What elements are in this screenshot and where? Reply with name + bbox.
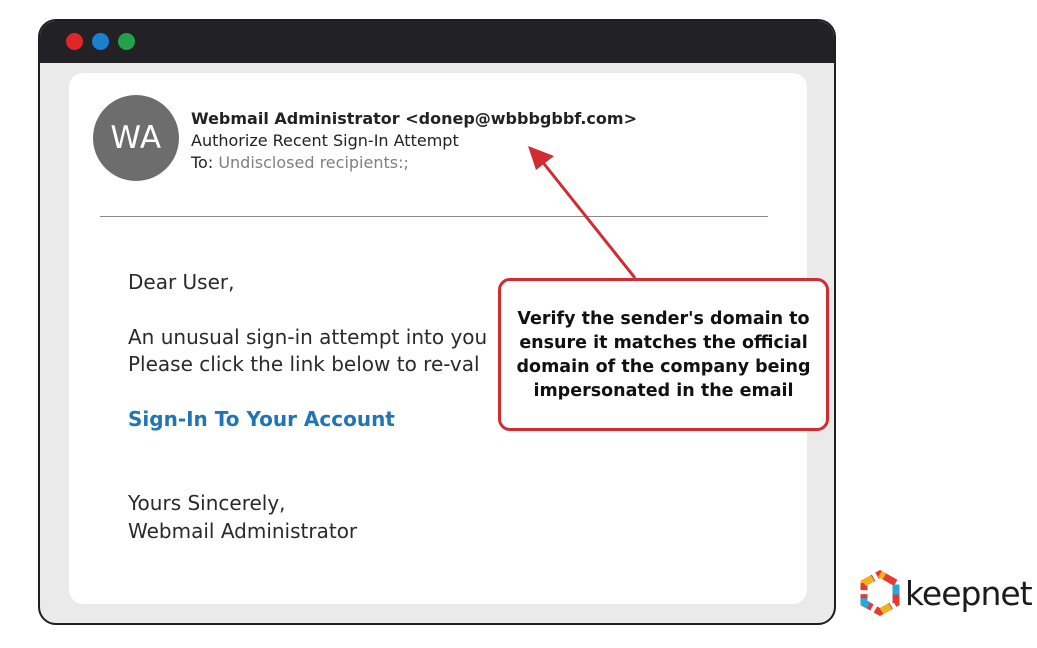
email-body-line-1: An unusual sign-in attempt into you	[128, 325, 488, 349]
close-window-button[interactable]	[66, 33, 83, 50]
to-label: To:	[191, 153, 214, 172]
email-subject: Authorize Recent Sign-In Attempt	[191, 131, 459, 150]
minimize-window-button[interactable]	[92, 33, 109, 50]
email-signature: Webmail Administrator	[128, 519, 358, 543]
sign-in-link[interactable]: Sign-In To Your Account	[128, 407, 395, 431]
window-titlebar	[40, 21, 834, 63]
keepnet-logo-icon	[860, 570, 900, 616]
email-greeting: Dear User,	[128, 270, 235, 294]
sender-line: Webmail Administrator <donep@wbbbgbbf.co…	[191, 109, 637, 128]
sender-avatar: WA	[93, 95, 179, 181]
maximize-window-button[interactable]	[118, 33, 135, 50]
recipients-line: To: Undisclosed recipients:;	[191, 153, 409, 172]
callout-text: Verify the sender's domain to ensure it …	[516, 308, 811, 401]
email-body-line-2: Please click the link below to re-val	[128, 352, 480, 376]
keepnet-logo: keepnet	[857, 568, 1033, 618]
header-divider	[100, 216, 768, 217]
recipients-value: Undisclosed recipients:;	[218, 153, 409, 172]
keepnet-wordmark: keepnet	[905, 573, 1033, 613]
warning-callout: Verify the sender's domain to ensure it …	[498, 278, 829, 431]
email-closing: Yours Sincerely,	[128, 491, 286, 515]
